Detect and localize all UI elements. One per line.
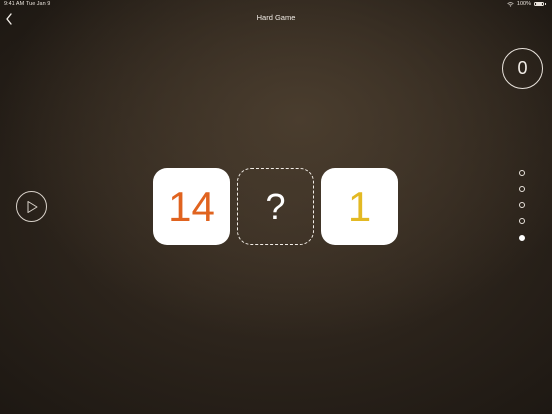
battery-nub — [545, 3, 546, 5]
score-counter: 0 — [502, 48, 543, 89]
play-icon — [27, 201, 38, 213]
left-number: 14 — [168, 182, 215, 230]
page-dot-3[interactable] — [519, 202, 525, 208]
wifi-icon — [507, 1, 514, 7]
page-dot-5[interactable] — [519, 235, 525, 241]
page-title: Hard Game — [256, 13, 296, 22]
status-date: Tue Jan 9 — [26, 1, 51, 7]
play-button[interactable] — [16, 191, 47, 222]
battery-icon — [534, 1, 544, 7]
right-number-card: 1 — [321, 168, 398, 245]
question-mark: ? — [265, 185, 286, 227]
page-dot-4[interactable] — [519, 218, 525, 224]
answer-slot[interactable]: ? — [237, 168, 314, 245]
page-dot-1[interactable] — [519, 170, 525, 176]
right-number: 1 — [347, 182, 372, 230]
status-time: 9:41 AM — [4, 1, 25, 7]
status-indicators: 100% — [507, 1, 546, 7]
score-value: 0 — [517, 58, 528, 78]
page-dot-2[interactable] — [519, 186, 525, 192]
battery-percent: 100% — [516, 1, 531, 7]
left-number-card: 14 — [153, 168, 230, 245]
status-bar: 9:41 AM Tue Jan 9 100% — [0, 0, 552, 10]
